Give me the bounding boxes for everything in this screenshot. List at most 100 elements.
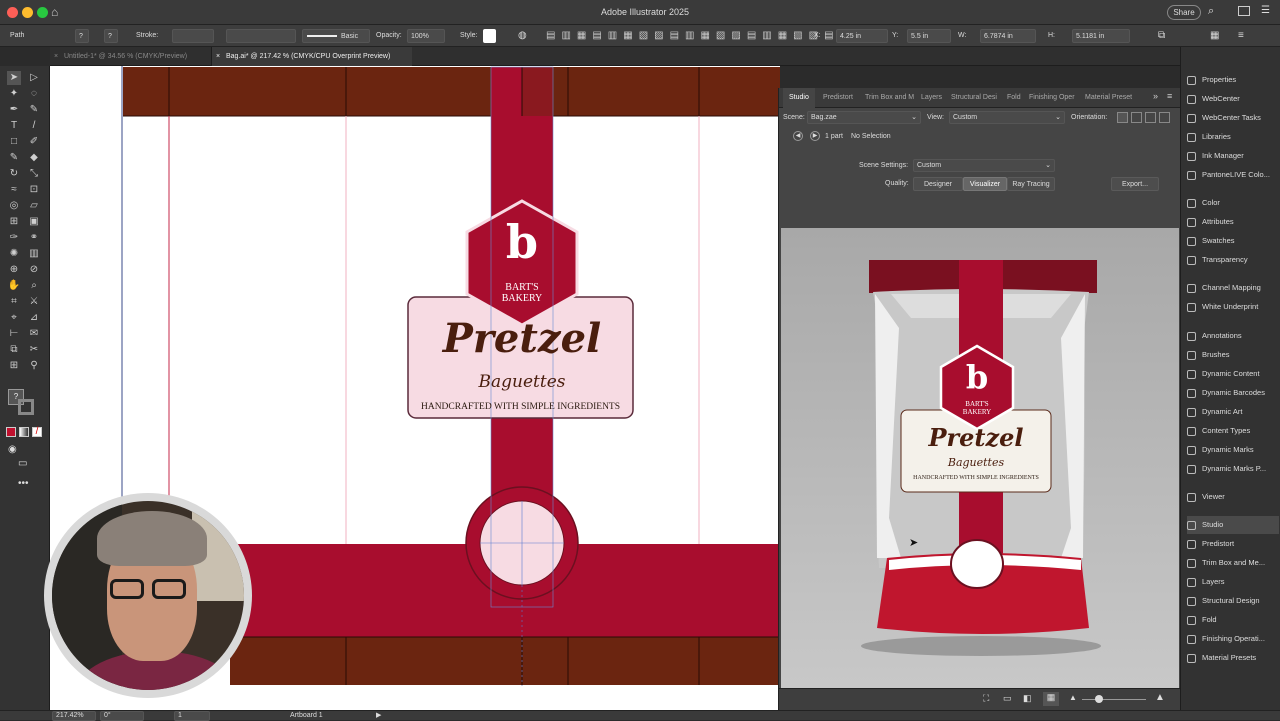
layers-tool-icon[interactable]: ⧉	[7, 343, 21, 357]
panel-menu-icon[interactable]: ≡	[1167, 91, 1172, 101]
panel-item-libraries[interactable]: Libraries	[1187, 128, 1279, 146]
magic-wand-icon[interactable]: ✦	[7, 87, 21, 101]
eyedropper-icon[interactable]: ✑	[7, 231, 21, 245]
rotate-tool-icon[interactable]: ↻	[7, 167, 21, 181]
panel-item-finishing-operati[interactable]: Finishing Operati...	[1187, 630, 1279, 648]
slice-tool-icon[interactable]: ⊘	[27, 263, 41, 277]
workspace-icon[interactable]	[1238, 6, 1250, 16]
panel-item-webcenter-tasks[interactable]: WebCenter Tasks	[1187, 109, 1279, 127]
panel-item-layers[interactable]: Layers	[1187, 573, 1279, 591]
h-field[interactable]: 5.1181 in	[1072, 29, 1130, 43]
curvature-tool-icon[interactable]: ✎	[27, 103, 41, 117]
gradient-mode-icon[interactable]	[19, 427, 29, 437]
panel-item-color[interactable]: Color	[1187, 194, 1279, 212]
panel-item-predistort[interactable]: Predistort	[1187, 535, 1279, 553]
stroke-weight-field[interactable]	[172, 29, 214, 43]
menu-icon[interactable]: ☰	[1261, 5, 1270, 16]
tab-structural[interactable]: Structural Desi	[949, 88, 1001, 108]
fit-view-icon[interactable]: ⛶	[983, 693, 989, 704]
paintbrush-icon[interactable]: ✐	[27, 135, 41, 149]
play-icon[interactable]: ▶	[810, 131, 820, 141]
panel-item-white-underprint[interactable]: White Underprint	[1187, 298, 1279, 316]
arrange-documents-icon[interactable]: ▦	[1210, 29, 1219, 43]
quality-raytracing-button[interactable]: Ray Tracing	[1007, 177, 1055, 191]
blend-tool-icon[interactable]: ⚭	[27, 231, 41, 245]
panel-item-attributes[interactable]: Attributes	[1187, 213, 1279, 231]
orientation-iso-icon[interactable]	[1159, 112, 1170, 123]
free-transform-icon[interactable]: ⊡	[27, 183, 41, 197]
rectangle-tool-icon[interactable]: □	[7, 135, 21, 149]
panel-menu-icon[interactable]: ≡	[1238, 29, 1244, 43]
zoom-in-icon[interactable]: ▲	[1155, 692, 1165, 703]
none-mode-icon[interactable]: /	[32, 427, 42, 437]
variable-width-field[interactable]	[226, 29, 296, 43]
panel-item-ink-manager[interactable]: Ink Manager	[1187, 147, 1279, 165]
zoom-slider-track[interactable]	[1082, 699, 1146, 700]
perspective-grid-icon[interactable]: ▱	[27, 199, 41, 213]
more-tools-icon[interactable]: •••	[18, 478, 29, 489]
color-mode-icon[interactable]	[6, 427, 16, 437]
fill-swatch[interactable]: ?	[75, 29, 89, 43]
tab-trim-box[interactable]: Trim Box and M	[863, 88, 915, 108]
orientation-front-icon[interactable]	[1117, 112, 1128, 123]
panel-item-dynamic-marks[interactable]: Dynamic Marks	[1187, 441, 1279, 459]
tab-finishing[interactable]: Finishing Oper	[1027, 88, 1079, 108]
draw-mode-icon[interactable]: ◉	[8, 444, 17, 455]
export-button[interactable]: Export...	[1111, 177, 1159, 191]
share-button[interactable]: Share	[1167, 5, 1201, 20]
w-field[interactable]: 6.7874 in	[980, 29, 1036, 43]
tab-bag[interactable]: × Bag.ai* @ 217.42 % (CMYK/CPU Overprint…	[212, 47, 412, 66]
tab-material-preset[interactable]: Material Preset	[1083, 88, 1137, 108]
zoom-in-tool-icon[interactable]: ⊞	[7, 359, 21, 373]
panel-item-viewer[interactable]: Viewer	[1187, 488, 1279, 506]
line-tool-icon[interactable]: /	[27, 119, 41, 133]
gradient-tool-icon[interactable]: ▣	[27, 215, 41, 229]
close-tab-icon[interactable]: ×	[216, 47, 220, 66]
panel-item-webcenter[interactable]: WebCenter	[1187, 90, 1279, 108]
measure-tool-icon[interactable]: ⊢	[7, 327, 21, 341]
shape-builder-icon[interactable]: ◎	[7, 199, 21, 213]
panel-item-brushes[interactable]: Brushes	[1187, 346, 1279, 364]
lasso-icon[interactable]: ◌	[27, 87, 41, 101]
panel-item-dynamic-marks-p[interactable]: Dynamic Marks P...	[1187, 460, 1279, 478]
zoom-slider-thumb[interactable]	[1095, 695, 1103, 703]
tab-layers[interactable]: Layers	[919, 88, 945, 108]
column-graph-icon[interactable]: ▥	[27, 247, 41, 261]
x-field[interactable]: 4.25 in	[836, 29, 888, 43]
warp-tool-icon[interactable]: ≈	[7, 183, 21, 197]
style-swatch[interactable]	[483, 29, 496, 43]
fold-tool-icon[interactable]: ⊿	[27, 311, 41, 325]
selection-tool-icon[interactable]: ➤	[7, 71, 21, 85]
scale-tool-icon[interactable]: ⤡	[27, 167, 41, 181]
camera-icon[interactable]: ◧	[1023, 693, 1032, 704]
screen-mode-icon[interactable]: ▭	[18, 458, 27, 469]
panel-item-studio[interactable]: Studio	[1187, 516, 1279, 534]
panel-item-fold[interactable]: Fold	[1187, 611, 1279, 629]
panel-item-dynamic-content[interactable]: Dynamic Content	[1187, 365, 1279, 383]
tab-untitled[interactable]: × Untitled-1* @ 34.56 % (CMYK/Preview)	[50, 47, 212, 66]
opacity-field[interactable]: 100%	[407, 29, 445, 43]
panel-item-transparency[interactable]: Transparency	[1187, 251, 1279, 269]
search-icon[interactable]: ⌕	[1208, 5, 1214, 18]
hand-tool-icon[interactable]: ✋	[7, 279, 21, 293]
panel-item-content-types[interactable]: Content Types	[1187, 422, 1279, 440]
more-tabs-icon[interactable]: »	[1153, 91, 1158, 101]
panel-item-pantonelive-colo[interactable]: PantoneLIVE Colo...	[1187, 166, 1279, 184]
panel-item-properties[interactable]: Properties	[1187, 71, 1279, 89]
note-tool-icon[interactable]: ✉	[27, 327, 41, 341]
crop-tool-icon[interactable]: ⌗	[7, 295, 21, 309]
magnify-icon[interactable]: ⚲	[27, 359, 41, 373]
view-select[interactable]: Custom ⌄	[949, 111, 1065, 124]
artboard-next-icon[interactable]: ▶	[376, 711, 381, 719]
mesh-tool-icon[interactable]: ⊞	[7, 215, 21, 229]
close-tab-icon[interactable]: ×	[54, 47, 58, 66]
panel-item-material-presets[interactable]: Material Presets	[1187, 649, 1279, 667]
align-icons[interactable]: ▤▥▦▤▥▦▧▨▤▥▦▧▨▤▥▦▧▨▤	[546, 29, 840, 43]
scissors-icon[interactable]: ✂	[27, 343, 41, 357]
y-field[interactable]: 5.5 in	[907, 29, 951, 43]
direct-selection-tool-icon[interactable]: ▷	[27, 71, 41, 85]
grid-view-icon[interactable]: ▦	[1043, 692, 1059, 706]
panel-item-structural-design[interactable]: Structural Design	[1187, 592, 1279, 610]
artboard-tool-icon[interactable]: ⊕	[7, 263, 21, 277]
scene-settings-select[interactable]: Custom ⌄	[913, 159, 1055, 172]
